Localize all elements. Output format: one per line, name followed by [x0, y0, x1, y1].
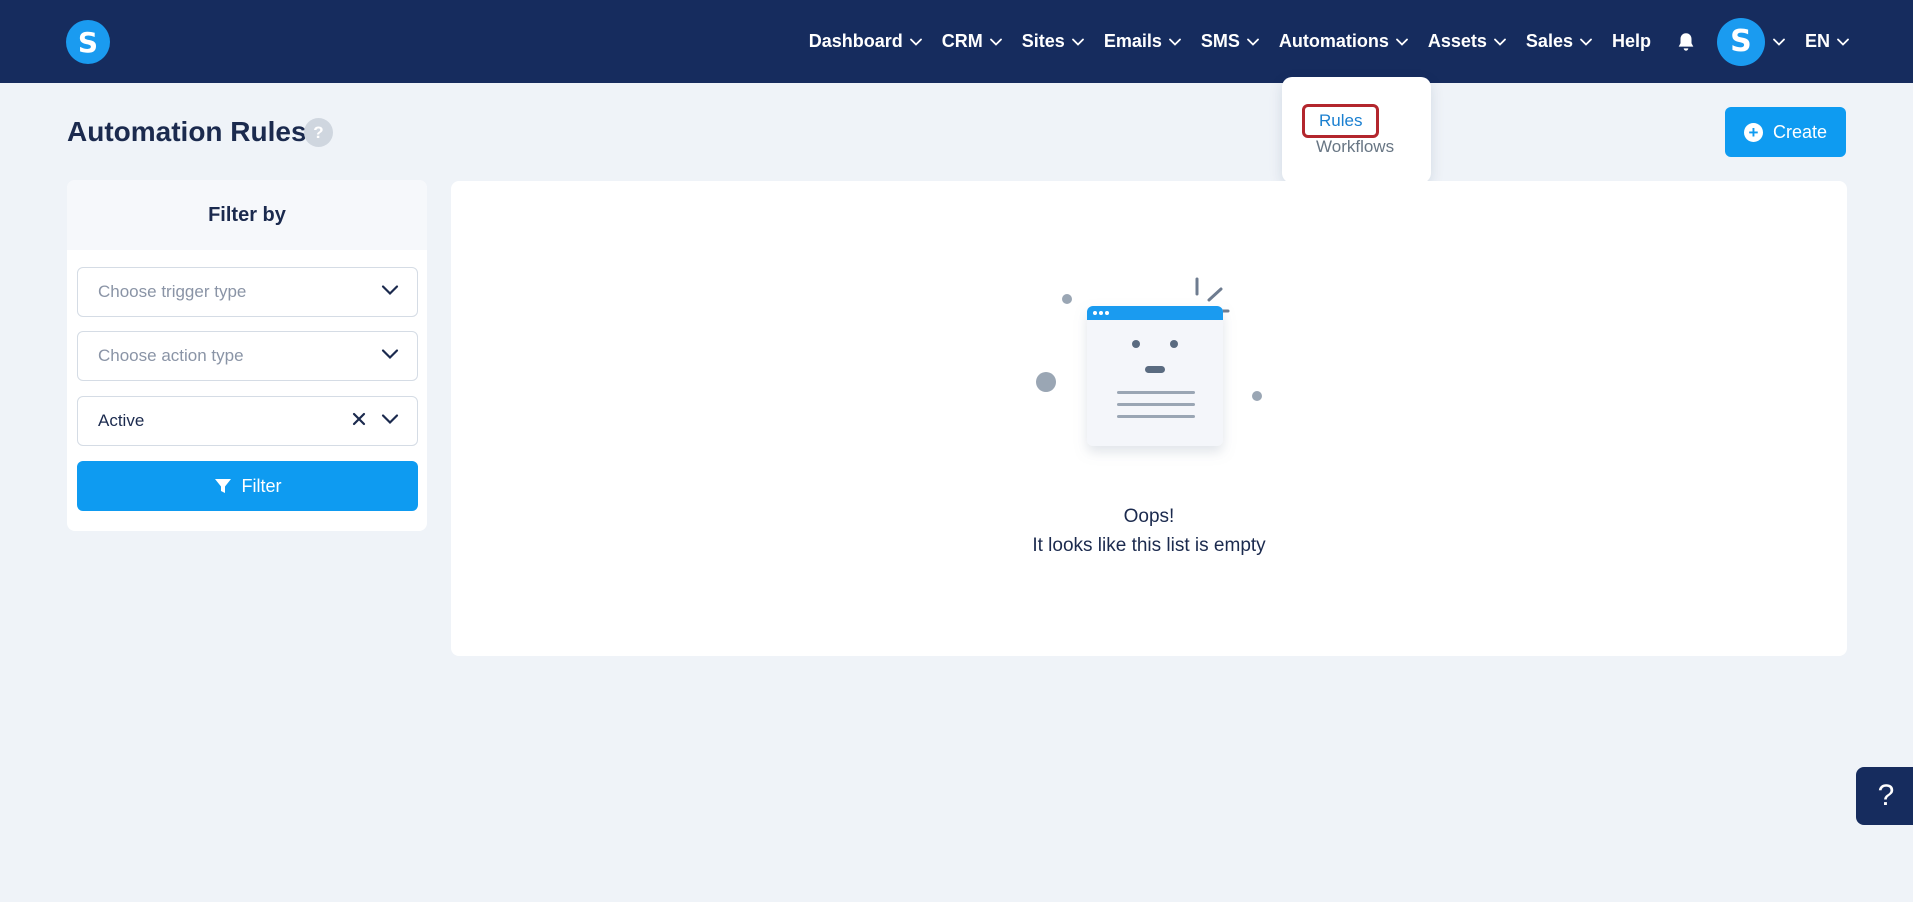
nav-item-crm[interactable]: CRM	[942, 31, 1002, 52]
action-type-select[interactable]: Choose action type	[77, 331, 418, 381]
nav-item-label: SMS	[1200, 31, 1240, 51]
menu-item-workflows[interactable]: Workflows	[1316, 137, 1394, 157]
filter-button[interactable]: Filter	[77, 461, 418, 511]
page-title: Automation Rules	[67, 116, 307, 147]
trigger-type-placeholder: Choose trigger type	[98, 282, 247, 301]
language-switcher[interactable]: EN	[1805, 31, 1849, 52]
trigger-type-select[interactable]: Choose trigger type	[77, 267, 418, 317]
create-button-label: Create	[1772, 121, 1828, 142]
filter-panel: Filter by Choose trigger type Choose act…	[67, 180, 427, 531]
help-widget-button[interactable]: ?	[1856, 767, 1913, 825]
nav-item-automations[interactable]: Automations	[1279, 31, 1408, 52]
bell-icon[interactable]	[1675, 31, 1697, 53]
chevron-down-icon	[1580, 38, 1592, 46]
help-icon[interactable]: ?	[304, 118, 333, 147]
nav-item-label: Dashboard	[808, 31, 903, 51]
brand-logo[interactable]: S	[66, 20, 110, 64]
plus-circle-icon: +	[1743, 122, 1763, 142]
automations-dropdown-menu: Rules Workflows	[1282, 77, 1431, 183]
nav-item-emails[interactable]: Emails	[1104, 31, 1181, 52]
create-button[interactable]: + Create	[1725, 107, 1846, 157]
menu-item-rules[interactable]: Rules	[1302, 104, 1380, 138]
nav-item-assets[interactable]: Assets	[1428, 31, 1506, 52]
chevron-down-icon	[909, 38, 922, 46]
filter-button-label: Filter	[241, 475, 282, 496]
chevron-down-icon	[1395, 38, 1408, 46]
chevron-down-icon	[381, 413, 399, 425]
status-select[interactable]: Active	[77, 396, 418, 446]
empty-state-message: It looks like this list is empty	[1032, 535, 1266, 556]
chevron-down-icon	[1494, 38, 1506, 46]
chevron-down-icon	[1773, 38, 1785, 46]
chevron-down-icon	[1071, 38, 1084, 46]
nav-item-label: Sites	[1021, 31, 1065, 51]
nav-item-label: Assets	[1427, 31, 1487, 51]
language-label: EN	[1804, 31, 1830, 51]
chevron-down-icon	[381, 348, 399, 360]
avatar: S	[1716, 17, 1765, 66]
top-navbar: S Dashboard CRM Sites Emails SMS Automat…	[0, 0, 1913, 83]
filter-title: Filter by	[67, 180, 427, 250]
chevron-down-icon	[1837, 38, 1849, 46]
nav-item-label: Emails	[1103, 31, 1162, 51]
nav-item-sites[interactable]: Sites	[1022, 31, 1084, 52]
nav-item-label: CRM	[941, 31, 983, 51]
chevron-down-icon	[989, 38, 1002, 46]
main-nav: Dashboard CRM Sites Emails SMS Automatio…	[789, 0, 1849, 83]
chevron-down-icon	[1246, 38, 1259, 46]
nav-item-sms[interactable]: SMS	[1201, 31, 1259, 52]
empty-list-illustration	[1036, 277, 1262, 446]
clear-icon[interactable]	[351, 411, 367, 427]
nav-item-label: Automations	[1278, 31, 1389, 51]
chevron-down-icon	[381, 284, 399, 296]
user-menu[interactable]: S	[1716, 17, 1785, 66]
action-type-placeholder: Choose action type	[98, 346, 244, 365]
nav-item-label: Help	[1611, 31, 1651, 51]
chevron-down-icon	[1168, 38, 1181, 46]
nav-item-label: Sales	[1525, 31, 1573, 51]
status-value: Active	[98, 411, 145, 430]
empty-state-title: Oops!	[1123, 506, 1175, 527]
rules-list-card: Oops! It looks like this list is empty	[451, 181, 1847, 656]
nav-item-dashboard[interactable]: Dashboard	[809, 31, 922, 52]
nav-item-help[interactable]: Help	[1612, 31, 1651, 52]
funnel-icon	[214, 477, 232, 495]
nav-item-sales[interactable]: Sales	[1526, 31, 1592, 52]
